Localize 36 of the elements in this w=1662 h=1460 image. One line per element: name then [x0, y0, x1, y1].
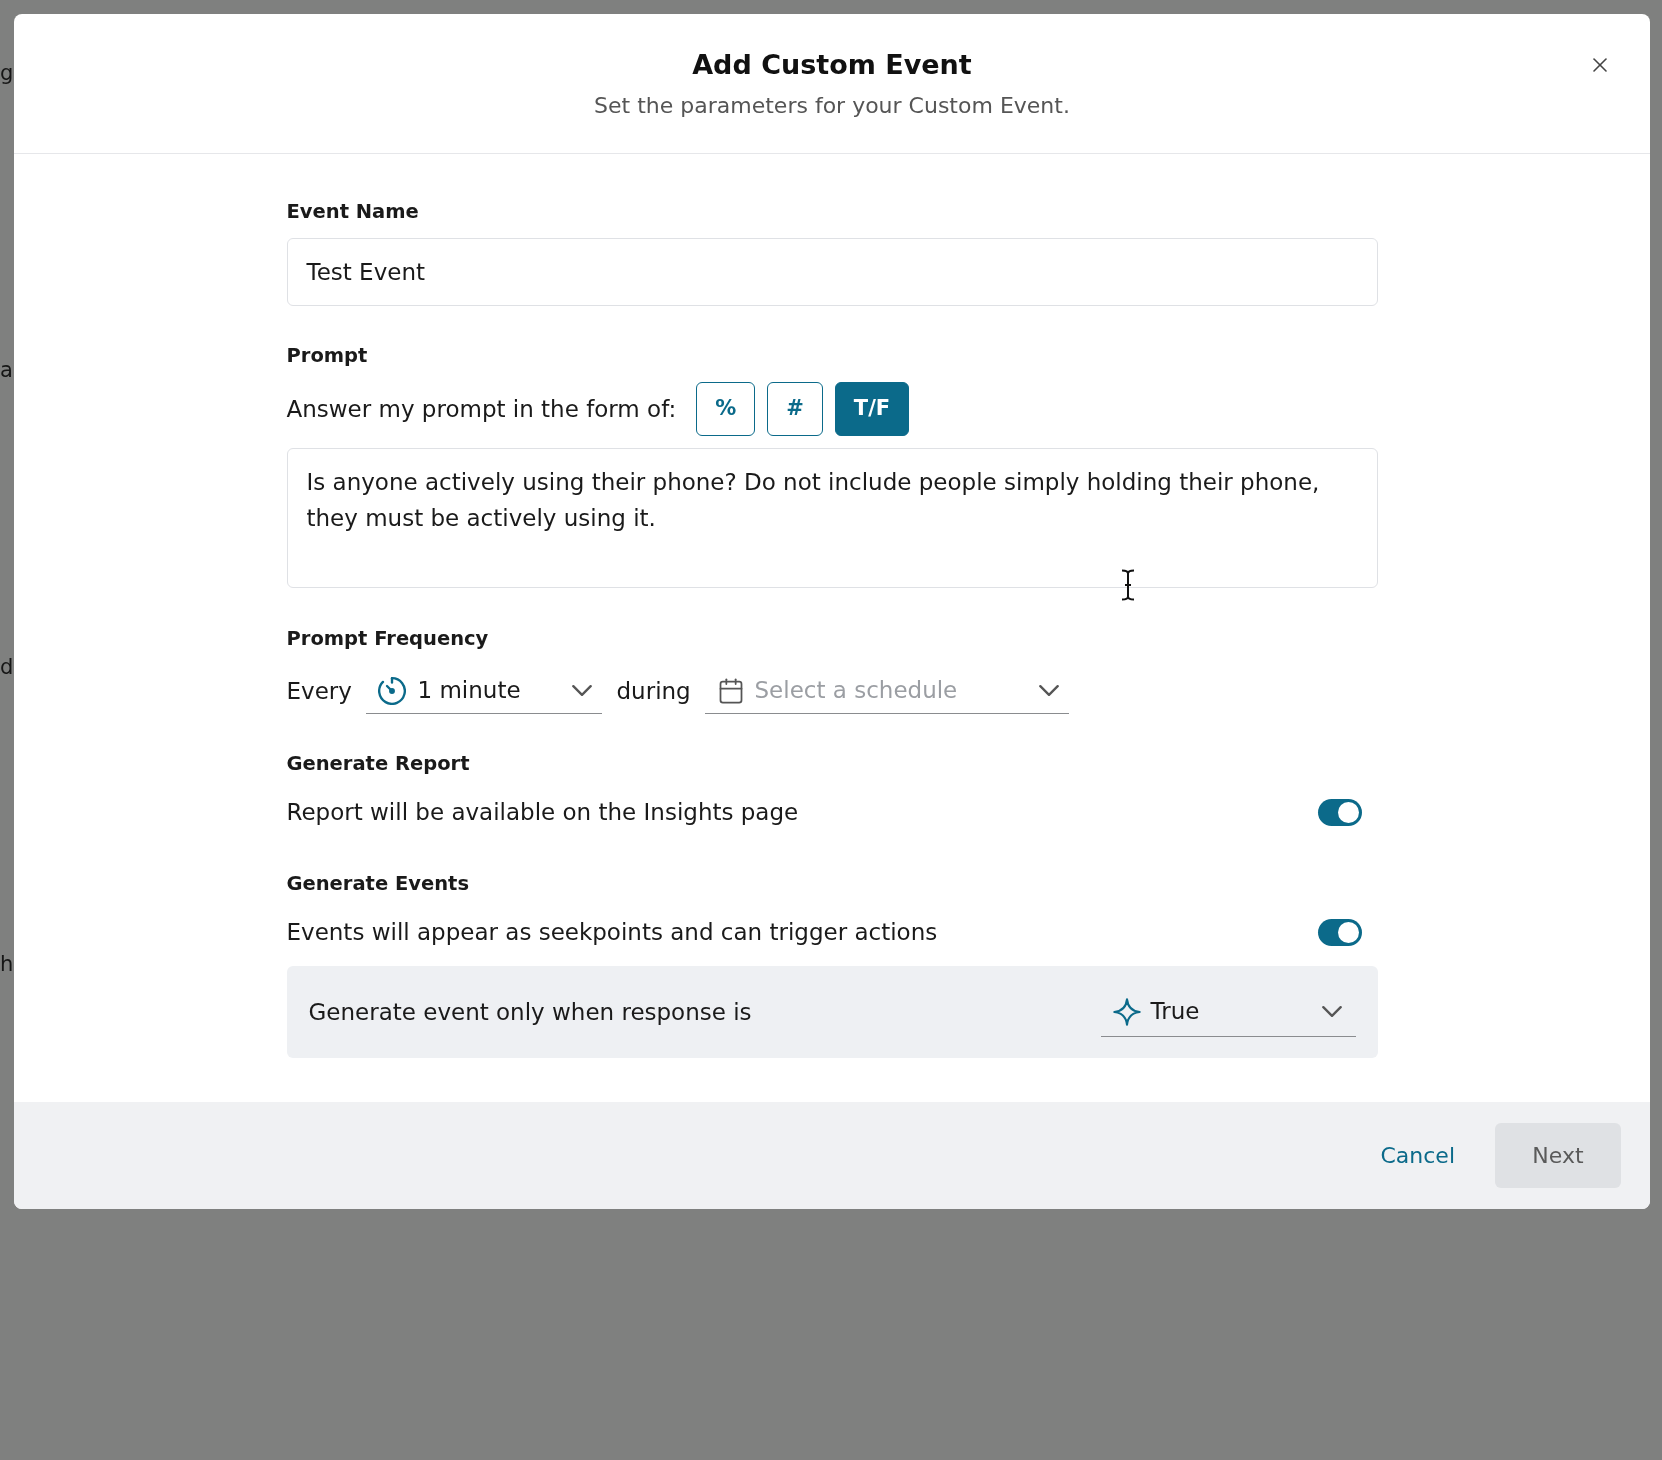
event-name-input[interactable]: Test Event: [286, 238, 1378, 306]
chevron-down-icon: [571, 685, 592, 696]
chevron-down-icon: [1321, 1006, 1342, 1017]
field-label: Event Name: [286, 199, 420, 225]
prompt-textarea[interactable]: Is anyone actively using their phone? Do not include people simply holding their phone, they must be actively using it.: [286, 448, 1378, 588]
condition-label: Generate event only when response is: [308, 997, 752, 1027]
field-label: Prompt: [286, 343, 369, 369]
format-toggle-button[interactable]: #: [767, 382, 823, 436]
response-select[interactable]: True: [1100, 987, 1356, 1037]
select-value: True: [1150, 997, 1201, 1027]
format-toggle-button[interactable]: T/F: [834, 382, 910, 436]
field-label: Generate Report: [286, 751, 471, 777]
chevron-down-icon: [1038, 685, 1059, 696]
background-text: d: [0, 654, 14, 681]
format-label: Answer my prompt in the form of:: [286, 394, 677, 424]
field-label: Generate Events: [286, 871, 471, 897]
report-description: Report will be available on the Insights page: [286, 798, 799, 827]
dialog-subtitle: Set the parameters for your Custom Event.: [594, 92, 1070, 120]
select-value: 1 minute: [417, 676, 522, 706]
dialog-title: Add Custom Event: [692, 48, 972, 82]
format-toggle-button[interactable]: %: [696, 382, 756, 436]
field-label: Prompt Frequency: [286, 626, 490, 652]
events-switch[interactable]: [1317, 918, 1362, 946]
every-label: Every: [286, 676, 353, 706]
cancel-button[interactable]: Cancel: [1372, 1123, 1463, 1188]
timer-icon: [377, 676, 406, 705]
text-cursor-icon: [1121, 569, 1135, 601]
events-description: Events will appear as seekpoints and can trigger actions: [286, 918, 938, 947]
background-text: h: [0, 951, 14, 978]
during-label: during: [616, 676, 692, 706]
select-placeholder: Select a schedule: [754, 676, 959, 706]
interval-select[interactable]: 1 minute: [365, 668, 602, 714]
background-text: a: [0, 357, 13, 384]
sparkle-icon: [1112, 997, 1141, 1026]
report-switch[interactable]: [1317, 798, 1362, 826]
background-text: g: [0, 60, 14, 87]
